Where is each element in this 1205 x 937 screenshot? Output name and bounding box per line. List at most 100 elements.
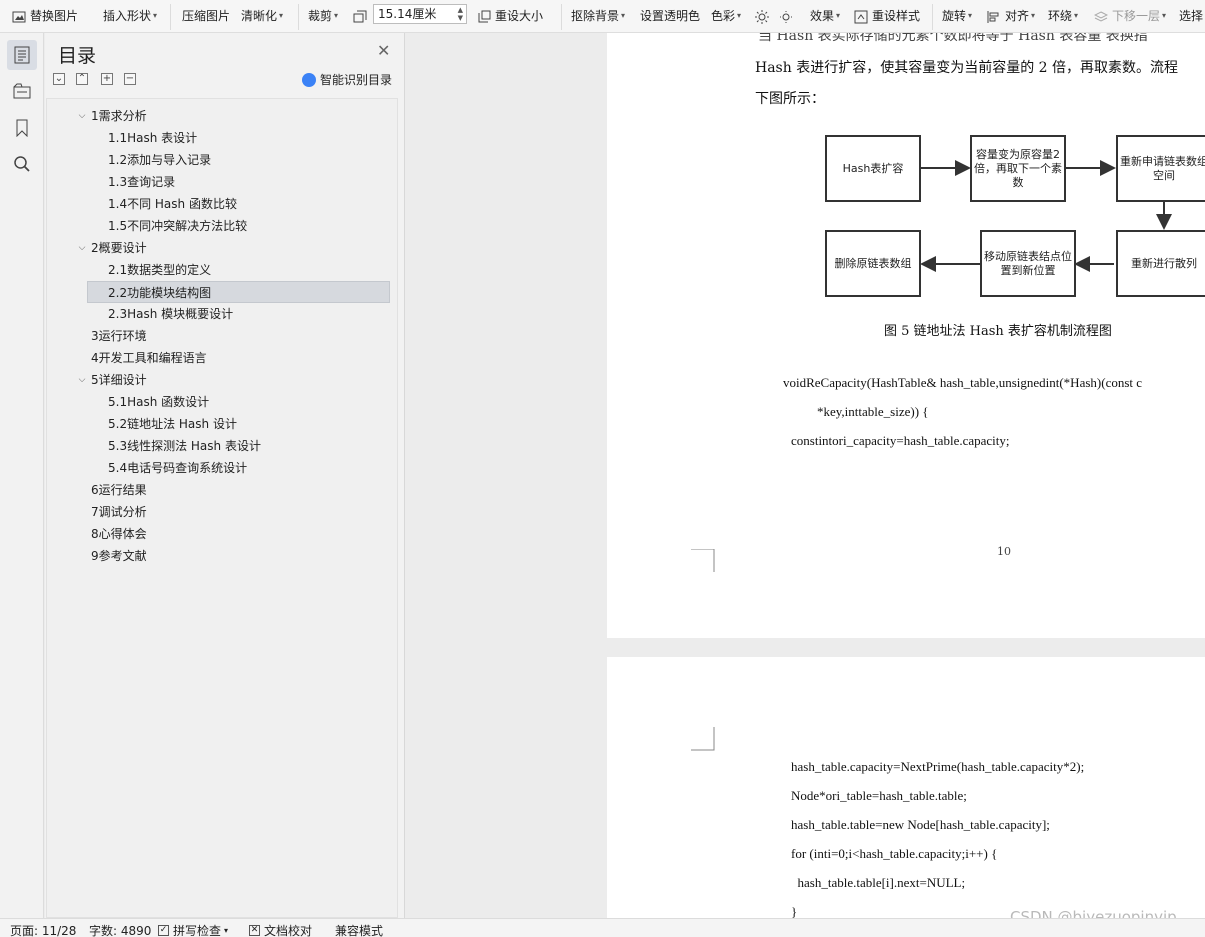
brightness-decrease-button[interactable] [779, 5, 797, 27]
picture-toolbar: 替换图片 插入形状 ▾ 压缩图片 清晰化 ▾ 裁剪 ▾ 15.14厘米 ▲ ▼ 重设大小… [0, 0, 1205, 33]
chevron-down-icon: ▾ [621, 11, 626, 20]
toc-item[interactable]: 9参考文献 [91, 545, 147, 567]
toc-item[interactable]: 6运行结果 [91, 479, 147, 501]
toc-panel: 目录 ✕ ⌄ ⌃ + − 智能识别目录 ⌵ 1需求分析 1.1Hash 表设计 1.2… [45, 33, 405, 918]
code-line: hash_table.table=new Node[hash_table.cap… [791, 817, 1050, 832]
remove-level-icon[interactable]: − [124, 73, 136, 85]
toc-item[interactable]: 1.5不同冲突解决方法比较 [108, 215, 247, 237]
reset-style-icon [854, 9, 868, 24]
chapter-panel-button[interactable] [7, 76, 37, 106]
color-button[interactable]: 色彩 ▾ [711, 5, 741, 27]
align-icon [987, 9, 1001, 23]
toc-item[interactable]: 1.1Hash 表设计 [108, 127, 197, 149]
proofread-button[interactable]: ✕ 文档校对 [249, 922, 312, 937]
width-value: 15.14厘米 [378, 7, 437, 21]
rotate-button[interactable]: 旋转 ▾ [942, 5, 972, 27]
select-button[interactable]: 选择 [1179, 5, 1203, 27]
chevron-down-icon: ▾ [1162, 11, 1167, 20]
toc-item-label: 1.1Hash 表设计 [108, 131, 198, 145]
spell-check-toggle[interactable]: ✓ 拼写检查 ▾ [158, 922, 228, 937]
sharpen-button[interactable]: 清晰化 ▾ [241, 5, 283, 27]
toc-item[interactable]: ⌵ 2概要设计 [79, 237, 147, 259]
toc-item[interactable]: 7调试分析 [91, 501, 147, 523]
remove-background-button[interactable]: 抠除背景 ▾ [571, 5, 625, 27]
toc-item[interactable]: 5.1Hash 函数设计 [108, 391, 209, 413]
set-transparent-color-button[interactable]: 设置透明色 [640, 5, 700, 27]
toc-item[interactable]: 1.4不同 Hash 函数比较 [108, 193, 237, 215]
toc-item-label: 1.5不同冲突解决方法比较 [108, 219, 248, 233]
insert-shape-button[interactable]: 插入形状 ▾ [103, 5, 157, 27]
toc-item[interactable]: 2.1数据类型的定义 [108, 259, 211, 281]
smart-toc-button[interactable]: 智能识别目录 [302, 71, 392, 88]
chevron-down-icon[interactable]: ⌵ [76, 369, 88, 391]
chevron-down-icon[interactable]: ⌵ [76, 105, 88, 127]
sharpen-label: 清晰化 [241, 9, 278, 23]
code-line: hash_table.capacity=NextPrime(hash_table… [791, 759, 1085, 774]
toc-item[interactable]: 8心得体会 [91, 523, 147, 545]
chevron-down-icon: ▾ [224, 926, 229, 935]
size-icon-button[interactable] [353, 5, 371, 27]
image-icon [12, 9, 26, 23]
flow-box-delete-old: 删除原链表数组 [825, 230, 921, 297]
insert-shape-label: 插入形状 [103, 9, 152, 23]
reset-size-button[interactable]: 重设大小 [477, 5, 543, 27]
crop-mark [691, 549, 715, 572]
toc-item[interactable]: 2.3Hash 模块概要设计 [108, 303, 233, 325]
send-backward-button[interactable]: 下移一层 ▾ [1093, 5, 1167, 27]
flowchart-figure[interactable]: Hash表扩容 容量变为原容量2倍，再取下一个素数 重新申请链表数组空间 重新进… [824, 134, 1205, 300]
collapse-all-icon[interactable]: ⌄ [53, 73, 65, 85]
toc-item[interactable]: ⌵ 5详细设计 [79, 369, 147, 391]
toc-item[interactable]: ⌵ 1需求分析 [79, 105, 147, 127]
document-page: hash_table.capacity=NextPrime(hash_table… [607, 657, 1205, 918]
divider [298, 4, 299, 30]
code-line: Node*ori_table=hash_table.table; [791, 788, 967, 803]
toc-item[interactable]: 5.3线性探测法 Hash 表设计 [108, 435, 261, 457]
compress-image-button[interactable]: 压缩图片 [182, 5, 230, 27]
remove-background-label: 抠除背景 [571, 9, 620, 23]
watermark: CSDN @biyezuopinvip [1010, 908, 1177, 918]
body-text-partial: 当 Hash 表实际存储的元素个数即将等于 Hash 表容量 表换指 [758, 33, 1148, 44]
reset-style-button[interactable]: 重设样式 [854, 5, 920, 27]
set-transparent-label: 设置透明色 [640, 9, 701, 23]
crop-button[interactable]: 裁剪 ▾ [308, 5, 338, 27]
status-bar: 页面: 11/28 字数: 4890 ✓ 拼写检查 ▾ ✕ 文档校对 兼容模式 [0, 918, 1205, 937]
word-count[interactable]: 字数: 4890 [89, 922, 151, 937]
replace-image-button[interactable]: 替换图片 [12, 5, 78, 27]
toc-item[interactable]: 3运行环境 [91, 325, 147, 347]
toc-item[interactable]: 1.3查询记录 [108, 171, 175, 193]
bookmark-icon [16, 119, 28, 137]
align-button[interactable]: 对齐 ▾ [987, 5, 1035, 27]
send-backward-label: 下移一层 [1112, 9, 1161, 23]
rotate-label: 旋转 [942, 9, 967, 23]
search-panel-button[interactable] [7, 149, 37, 179]
toc-item-label: 5.2链地址法 Hash 设计 [108, 417, 237, 431]
brightness-increase-button[interactable] [755, 5, 773, 27]
document-canvas[interactable]: 当 Hash 表实际存储的元素个数即将等于 Hash 表容量 表换指 Hash … [405, 33, 1205, 918]
outline-panel-button[interactable] [7, 40, 37, 70]
stepper-icon[interactable]: ▲ ▼ [458, 6, 463, 22]
effects-button[interactable]: 效果 ▾ [810, 5, 840, 27]
toc-item[interactable]: 5.4电话号码查询系统设计 [108, 457, 247, 479]
page-indicator[interactable]: 页面: 11/28 [10, 922, 76, 937]
close-icon[interactable]: ✕ [377, 43, 390, 59]
page-number: 10 [997, 545, 1011, 558]
add-level-icon[interactable]: + [101, 73, 113, 85]
code-line: voidReCapacity(HashTable& hash_table,uns… [783, 375, 1143, 390]
chevron-down-icon[interactable]: ⌵ [76, 237, 88, 259]
document-page: 当 Hash 表实际存储的元素个数即将等于 Hash 表容量 表换指 Hash … [607, 33, 1205, 638]
wrap-button[interactable]: 环绕 ▾ [1048, 5, 1078, 27]
code-line: *key,inttable_size)) { [817, 404, 929, 419]
expand-up-icon[interactable]: ⌃ [76, 73, 88, 85]
toc-item[interactable]: 1.2添加与导入记录 [108, 149, 211, 171]
bookmark-panel-button[interactable] [7, 113, 37, 143]
search-icon [14, 156, 30, 172]
toc-item[interactable]: 2.2功能模块结构图 [87, 281, 390, 303]
select-label: 选择 [1179, 9, 1204, 23]
flow-box-double-capacity: 容量变为原容量2倍，再取下一个素数 [970, 135, 1066, 202]
figure-caption: 图 5 链地址法 Hash 表扩容机制流程图 [884, 324, 1112, 339]
toc-item[interactable]: 4开发工具和编程语言 [91, 347, 207, 369]
toc-item[interactable]: 5.2链地址法 Hash 设计 [108, 413, 237, 435]
width-input[interactable]: 15.14厘米 ▲ ▼ [373, 4, 467, 24]
code-line: hash_table.table[i].next=NULL; [791, 875, 966, 890]
crop-mark [691, 727, 715, 751]
